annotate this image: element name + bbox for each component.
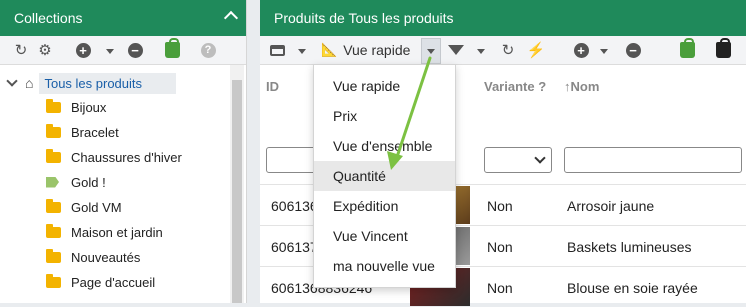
annotation-arrow-icon <box>387 56 432 170</box>
